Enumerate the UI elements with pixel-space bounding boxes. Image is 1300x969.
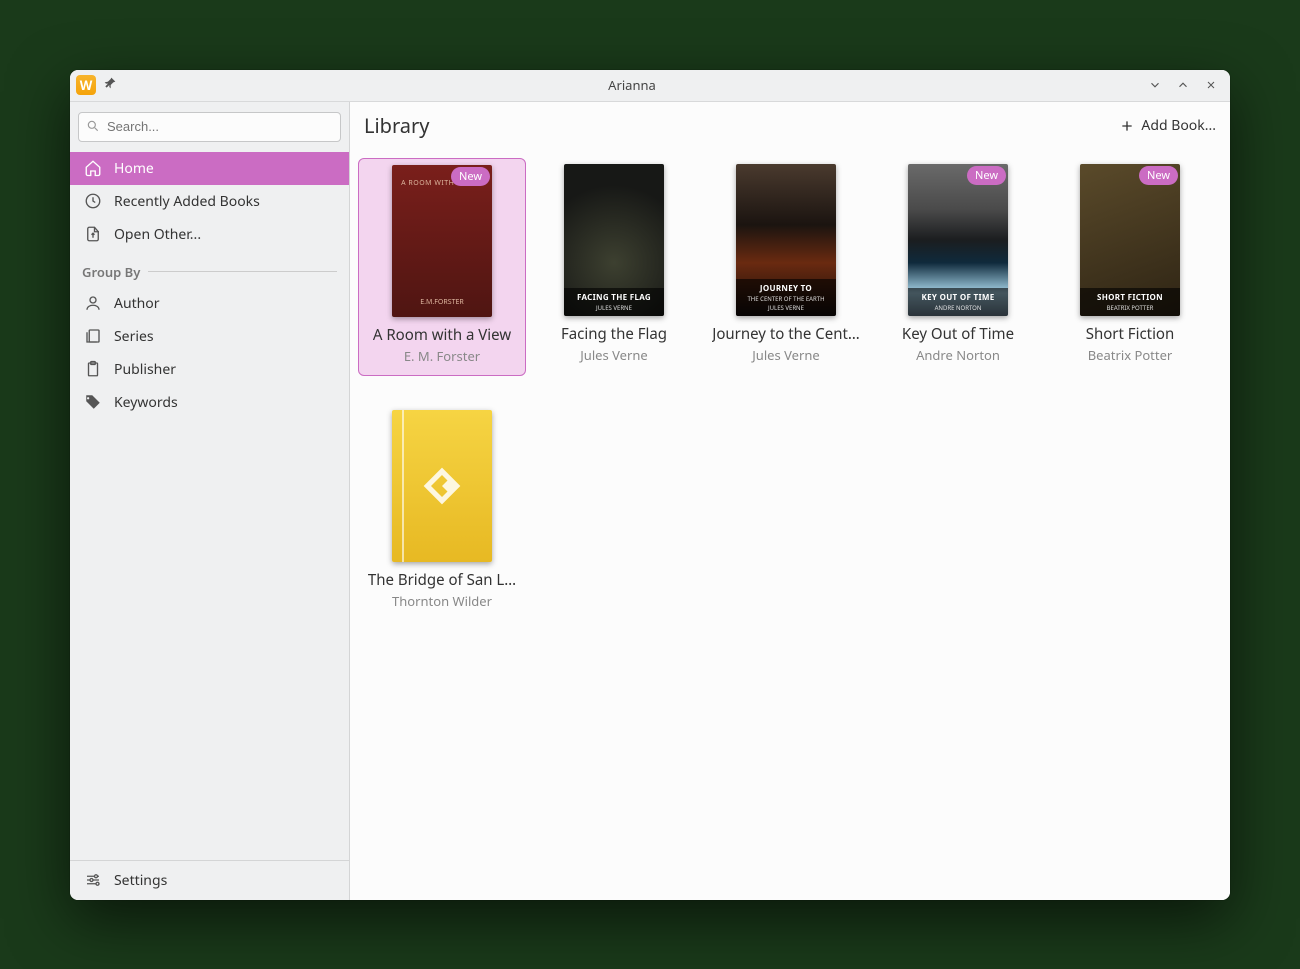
window-title: Arianna	[118, 76, 1146, 94]
book-cover-text: JOURNEY TO	[738, 283, 834, 294]
sidebar-item-label: Settings	[114, 871, 167, 890]
add-book-label: Add Book...	[1141, 116, 1216, 135]
main-header: Library Add Book...	[350, 102, 1230, 150]
book-grid: A ROOM WITH A VIEW E.M.FORSTER New A Roo…	[350, 150, 1230, 636]
book-item[interactable]: JOURNEY TO THE CENTER OF THE EARTH JULES…	[702, 158, 870, 376]
sidebar-item-keywords[interactable]: Keywords	[70, 386, 349, 419]
window-controls	[1146, 76, 1224, 94]
book-title: Short Fiction	[1086, 324, 1175, 344]
sidebar-item-publisher[interactable]: Publisher	[70, 353, 349, 386]
book-cover-text: E.M.FORSTER	[420, 298, 463, 307]
home-icon	[84, 159, 102, 177]
page-title: Library	[364, 112, 429, 139]
clock-icon	[84, 192, 102, 210]
search-input[interactable]	[78, 112, 341, 142]
book-cover: SHORT FICTION BEATRIX POTTER New	[1080, 164, 1180, 316]
book-cover-text: ANDRE NORTON	[910, 304, 1006, 312]
sidebar-item-label: Publisher	[114, 360, 176, 379]
group-by-label: Group By	[82, 263, 140, 281]
book-cover-text: KEY OUT OF TIME	[910, 292, 1006, 303]
book-author: Andre Norton	[916, 346, 1000, 364]
book-item[interactable]: KEY OUT OF TIME ANDRE NORTON New Key Out…	[874, 158, 1042, 376]
sidebar-item-home[interactable]: Home	[70, 152, 349, 185]
book-cover-band: FACING THE FLAG JULES VERNE	[564, 288, 664, 316]
book-title: Key Out of Time	[902, 324, 1014, 344]
main-panel: Library Add Book... A ROOM WITH A VIEW E…	[350, 102, 1230, 900]
book-cover: A ROOM WITH A VIEW E.M.FORSTER New	[392, 165, 492, 317]
app-icon: W	[76, 75, 96, 95]
sidebar-item-label: Home	[114, 159, 154, 178]
sidebar: Home Recently Added Books Open Other... …	[70, 102, 350, 900]
book-title: A Room with a View	[373, 325, 511, 345]
titlebar-left: W	[76, 75, 118, 96]
book-item[interactable]: A ROOM WITH A VIEW E.M.FORSTER New A Roo…	[358, 158, 526, 376]
epub-icon	[420, 464, 464, 508]
group-by-header: Group By	[70, 251, 349, 287]
series-icon	[84, 327, 102, 345]
book-cover	[392, 410, 492, 562]
book-author: Jules Verne	[752, 346, 819, 364]
new-badge: New	[451, 167, 490, 186]
minimize-icon[interactable]	[1146, 76, 1164, 94]
group-list: Author Series Publisher Keywords	[70, 287, 349, 419]
sidebar-item-settings[interactable]: Settings	[70, 861, 349, 900]
book-title: Journey to the Cent…	[712, 324, 860, 344]
sidebar-item-series[interactable]: Series	[70, 320, 349, 353]
book-cover: JOURNEY TO THE CENTER OF THE EARTH JULES…	[736, 164, 836, 316]
sidebar-item-label: Recently Added Books	[114, 192, 260, 211]
book-author: Beatrix Potter	[1088, 346, 1173, 364]
book-cover-text: SHORT FICTION	[1082, 292, 1178, 303]
book-cover-text: JULES VERNE	[738, 304, 834, 312]
open-file-icon	[84, 225, 102, 243]
tag-icon	[84, 393, 102, 411]
sidebar-item-label: Series	[114, 327, 154, 346]
app-window: W Arianna Home	[70, 70, 1230, 900]
book-cover-band: KEY OUT OF TIME ANDRE NORTON	[908, 288, 1008, 316]
book-item[interactable]: FACING THE FLAG JULES VERNE Facing the F…	[530, 158, 698, 376]
sidebar-item-label: Author	[114, 294, 160, 313]
nav-list: Home Recently Added Books Open Other...	[70, 152, 349, 251]
book-cover-band: SHORT FICTION BEATRIX POTTER	[1080, 288, 1180, 316]
sidebar-item-label: Keywords	[114, 393, 178, 412]
book-item[interactable]: SHORT FICTION BEATRIX POTTER New Short F…	[1046, 158, 1214, 376]
new-badge: New	[967, 166, 1006, 185]
pin-icon[interactable]	[102, 75, 118, 96]
settings-icon	[84, 871, 102, 889]
add-book-button[interactable]: Add Book...	[1119, 116, 1216, 135]
sidebar-footer: Settings	[70, 860, 349, 900]
book-author: E. M. Forster	[404, 347, 480, 365]
book-author: Jules Verne	[580, 346, 647, 364]
person-icon	[84, 294, 102, 312]
book-cover: KEY OUT OF TIME ANDRE NORTON New	[908, 164, 1008, 316]
app-body: Home Recently Added Books Open Other... …	[70, 102, 1230, 900]
titlebar: W Arianna	[70, 70, 1230, 102]
book-title: Facing the Flag	[561, 324, 667, 344]
book-author: Thornton Wilder	[392, 592, 492, 610]
plus-icon	[1119, 118, 1135, 134]
new-badge: New	[1139, 166, 1178, 185]
maximize-icon[interactable]	[1174, 76, 1192, 94]
sidebar-item-label: Open Other...	[114, 225, 201, 244]
book-cover: FACING THE FLAG JULES VERNE	[564, 164, 664, 316]
book-cover-text: THE CENTER OF THE EARTH	[738, 295, 834, 303]
book-cover-text: FACING THE FLAG	[566, 292, 662, 303]
sidebar-item-author[interactable]: Author	[70, 287, 349, 320]
book-cover-band: JOURNEY TO THE CENTER OF THE EARTH JULES…	[736, 279, 836, 316]
search-container	[70, 102, 349, 152]
book-item[interactable]: The Bridge of San L… Thornton Wilder	[358, 404, 526, 620]
sidebar-item-open-other[interactable]: Open Other...	[70, 218, 349, 251]
book-cover-text: JULES VERNE	[566, 304, 662, 312]
search-icon	[86, 119, 100, 133]
close-icon[interactable]	[1202, 76, 1220, 94]
book-cover-text: BEATRIX POTTER	[1082, 304, 1178, 312]
book-title: The Bridge of San L…	[368, 570, 516, 590]
clipboard-icon	[84, 360, 102, 378]
sidebar-item-recent[interactable]: Recently Added Books	[70, 185, 349, 218]
